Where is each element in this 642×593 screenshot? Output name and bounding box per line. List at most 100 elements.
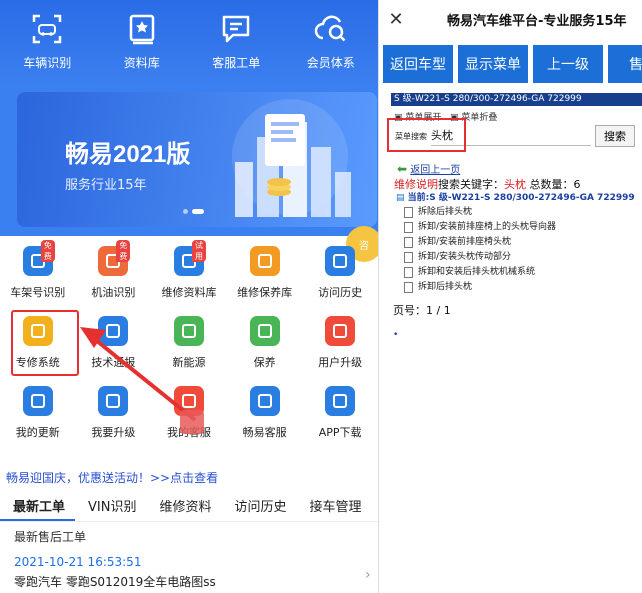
tree-item[interactable]: 拆卸/安装前排座椅头枕 [404,235,556,250]
nav-label: 会员体系 [307,54,355,71]
app-home-panel: 车辆识别 资料库 客服工单 会员体系 [0,0,378,593]
repair-doc-icon: 试用 [174,246,204,276]
refresh-icon [23,386,53,416]
close-icon[interactable]: ✕ [379,9,413,30]
current-node: ▤ 当前:S 级-W221-S 280/300-272496-GA 722999 [396,190,635,203]
document-icon [404,237,413,248]
nav-label: 资料库 [124,54,160,71]
after-sales-button[interactable]: 售后 [608,45,642,83]
carousel-dots [183,209,204,214]
document-icon [404,207,413,218]
banner-subtitle: 服务行业15年 [65,174,147,193]
nav-item-vehicle-recognition[interactable]: 车辆识别 [0,0,95,86]
feature-item[interactable]: 免费机油识别 [76,238,152,308]
history-icon [325,246,355,276]
tab-history[interactable]: 访问历史 [221,490,296,521]
result-tree: 拆除后排头枕拆卸/安装前排座椅上的头枕导向器拆卸/安装前排座椅头枕拆卸/安装头枕… [404,205,556,295]
document-icon [404,252,413,263]
car-scan-icon [30,12,64,46]
back-link-label: 返回上一页 [410,165,460,176]
vin-car-icon: 免费 [23,246,53,276]
repair-platform-panel: ✕ 畅易汽车维平台-专业服务15年 返回车型 显示菜单 上一级 售后 S 级-W… [378,0,642,593]
back-to-model-button[interactable]: 返回车型 [383,45,453,83]
home-tabs: 最新工单 VIN识别 维修资料 访问历史 接车管理 [0,490,378,522]
feature-label: 我的更新 [16,424,60,440]
nav-item-service-ticket[interactable]: 客服工单 [189,0,284,86]
panel-toolbar: 返回车型 显示菜单 上一级 售后 [383,45,642,83]
promo-ticker[interactable]: 畅易迎国庆，优惠送活动！>>点击查看 [0,468,378,488]
chat-icon [219,12,253,46]
record-name: 零跑汽车 零跑S012019全车电路图ss [14,573,374,590]
panel-title: 畅易汽车维平台-专业服务15年 [447,10,627,29]
maintenance-icon [250,246,280,276]
nav-item-library[interactable]: 资料库 [95,0,190,86]
feature-label: 访问历史 [318,284,362,300]
footer-mark: • [393,330,398,340]
feature-item[interactable]: 维修保养库 [227,238,303,308]
tab-vehicle-intake[interactable]: 接车管理 [297,490,372,521]
tree-item-label: 拆卸和安装后排头枕机械系统 [418,265,535,280]
feature-item[interactable]: 访问历史 [302,238,378,308]
feature-badge: 试用 [192,240,206,262]
cursor-marker [180,410,204,434]
feature-label: 维修资料库 [161,284,216,300]
banner-title: 畅易2021版 [65,134,190,169]
feature-item[interactable]: 用户升级 [302,308,378,378]
feature-badge: 免费 [116,240,130,262]
feature-label: 用户升级 [318,354,362,370]
record-date: 2021-10-21 16:53:51 [14,555,374,569]
tree-item[interactable]: 拆卸/安装前排座椅上的头枕导向器 [404,220,556,235]
show-menu-button[interactable]: 显示菜单 [458,45,528,83]
current-node-label: 当前:S 级-W221-S 280/300-272496-GA 722999 [408,193,635,203]
nav-label: 车辆识别 [23,54,71,71]
tab-repair-data[interactable]: 维修资料 [146,490,221,521]
feature-item[interactable]: 我的更新 [0,378,76,448]
nav-label: 客服工单 [212,54,260,71]
tree-item[interactable]: 拆除后排头枕 [404,205,556,220]
search-highlight-box [387,118,466,152]
tree-item[interactable]: 拆卸后排头枕 [404,280,556,295]
upgrade-icon [325,316,355,346]
feature-badge: 免费 [41,240,55,262]
document-icon [404,282,413,293]
pager: 页号：1 / 1 [393,302,451,318]
chevron-right-icon: › [365,567,371,583]
tree-item[interactable]: 拆卸/安装头枕传动部分 [404,250,556,265]
nav-item-membership[interactable]: 会员体系 [284,0,379,86]
feature-label: 机油识别 [91,284,135,300]
feature-item[interactable]: 免费车架号识别 [0,238,76,308]
feature-item[interactable]: 试用维修资料库 [151,238,227,308]
cloud-search-icon [314,12,348,46]
banner-illustration [195,92,375,227]
tree-item-label: 拆除后排头枕 [418,205,472,220]
tree-item-label: 拆卸/安装前排座椅上的头枕导向器 [418,220,556,235]
feature-grid-row: 免费车架号识别免费机油识别试用维修资料库维修保养库访问历史 [0,238,378,308]
feature-label: APP下载 [319,424,362,440]
red-arrow-annotation [70,310,270,450]
up-level-button[interactable]: 上一级 [533,45,603,83]
top-nav: 车辆识别 资料库 客服工单 会员体系 [0,0,378,86]
highlight-box [11,310,79,376]
feature-label: 维修保养库 [237,284,292,300]
feature-item[interactable]: APP下载 [302,378,378,448]
search-button[interactable]: 搜索 [595,125,635,147]
panel-header: ✕ 畅易汽车维平台-专业服务15年 [379,0,642,38]
folder-icon: ▤ [396,193,405,203]
document-icon [404,267,413,278]
tab-vin[interactable]: VIN识别 [75,490,146,521]
list-item[interactable]: 2021-10-21 16:53:51 零跑汽车 零跑S012019全车电路图s… [14,555,374,590]
oil-icon: 免费 [98,246,128,276]
section-subtitle: 最新售后工单 [14,528,86,545]
back-link[interactable]: ⬅ 返回上一页 [397,161,460,176]
tree-item[interactable]: 拆卸和安装后排头枕机械系统 [404,265,556,280]
back-arrow-icon: ⬅ [397,162,407,176]
tree-item-label: 拆卸/安装头枕传动部分 [418,250,511,265]
promo-banner[interactable]: 畅易2021版 服务行业15年 [17,92,377,227]
tree-item-label: 拆卸后排头枕 [418,280,472,295]
feature-label: 车架号识别 [10,284,65,300]
document-icon [404,222,413,233]
tree-item-label: 拆卸/安装前排座椅头枕 [418,235,511,250]
book-icon [125,12,159,46]
download-icon [325,386,355,416]
tab-latest-tickets[interactable]: 最新工单 [0,490,75,521]
